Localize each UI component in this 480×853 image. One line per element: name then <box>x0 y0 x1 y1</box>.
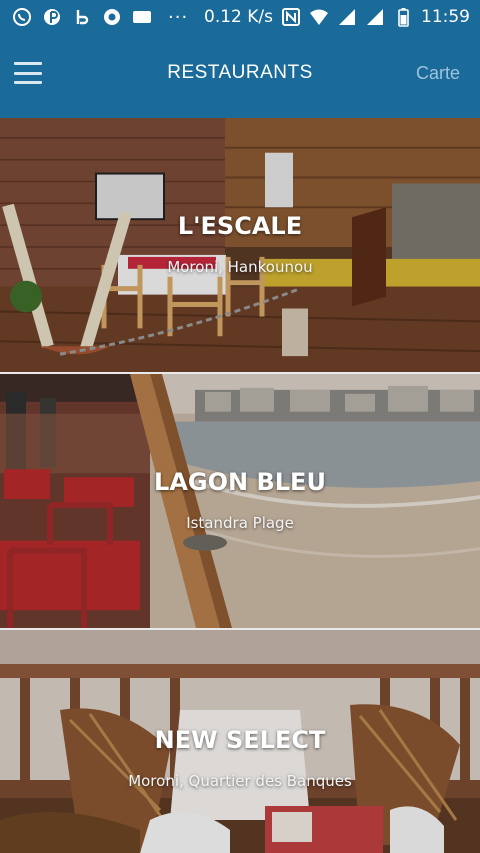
signal-icon-2 <box>365 7 385 27</box>
restaurant-location: Moroni, Hankounou <box>167 258 313 276</box>
signal-icon <box>337 7 357 27</box>
pinterest-icon <box>42 7 62 27</box>
restaurant-card[interactable]: LAGON BLEU Istandra Plage <box>0 374 480 630</box>
clock: 11:59 <box>421 7 470 27</box>
gb-icon <box>132 7 152 27</box>
restaurant-location: Moroni, Quartier des Banques <box>128 772 352 790</box>
restaurant-name: NEW SELECT <box>154 726 326 754</box>
whatsapp-icon <box>12 7 32 27</box>
app-icon <box>72 7 92 27</box>
restaurant-card[interactable]: NEW SELECT Moroni, Quartier des Banques <box>0 630 480 853</box>
battery-icon <box>393 7 413 27</box>
restaurant-location: Istandra Plage <box>186 514 294 532</box>
network-speed: 0.12 K/s <box>204 7 273 27</box>
map-button[interactable]: Carte <box>416 63 460 84</box>
page-title: RESTAURANTS <box>167 62 313 83</box>
system-icons: 0.12 K/s 11:59 <box>204 7 470 27</box>
notification-icons: ··· <box>12 7 188 28</box>
app-bar: RESTAURANTS Carte <box>0 34 480 118</box>
restaurant-name: LAGON BLEU <box>154 468 326 496</box>
restaurant-list: L'ESCALE Moroni, Hankounou LAGON BLEU Is… <box>0 118 480 853</box>
chrome-icon <box>102 7 122 27</box>
nfc-icon <box>281 7 301 27</box>
restaurant-card[interactable]: L'ESCALE Moroni, Hankounou <box>0 118 480 374</box>
restaurant-name: L'ESCALE <box>177 212 303 240</box>
status-bar: ··· 0.12 K/s 11:59 <box>0 0 480 34</box>
wifi-icon <box>309 7 329 27</box>
overflow-dots: ··· <box>168 6 189 28</box>
